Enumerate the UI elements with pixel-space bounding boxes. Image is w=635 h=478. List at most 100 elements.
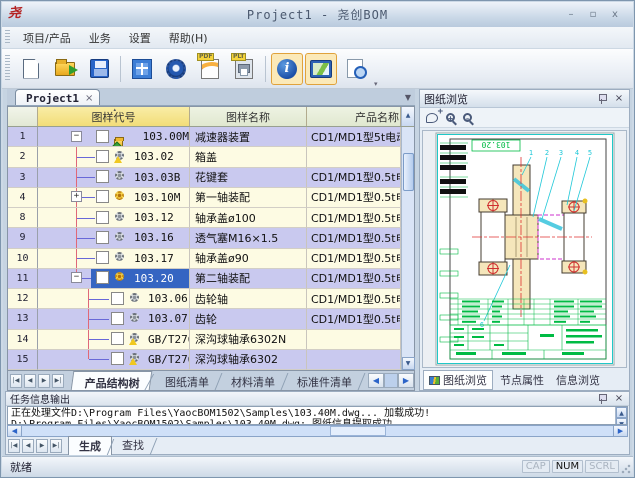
table-row[interactable]: 13103.07齿轮CD1/MD1型0.5t电动 bbox=[8, 309, 401, 329]
pan-select-icon[interactable] bbox=[426, 113, 438, 123]
maximize-button[interactable]: ▫ bbox=[585, 8, 601, 22]
name-cell[interactable]: 第一轴装配 bbox=[190, 188, 307, 208]
table-row[interactable]: 4+103.10M第一轴装配CD1/MD1型0.5t电动 bbox=[8, 188, 401, 208]
next-sheet-button[interactable]: ▶ bbox=[38, 374, 50, 388]
product-cell[interactable]: CD1/MD1型0.5t电动 bbox=[307, 269, 401, 289]
scroll-down-icon[interactable]: ▼ bbox=[616, 418, 627, 425]
name-cell[interactable]: 箱盖 bbox=[190, 147, 307, 167]
sheet-tab-2[interactable]: 材料清单 bbox=[219, 371, 285, 390]
product-cell[interactable]: CD1/MD1型0.5t电动 bbox=[307, 208, 401, 228]
expand-icon[interactable]: + bbox=[71, 191, 82, 202]
code-cell[interactable]: 103.06 bbox=[38, 289, 190, 309]
scroll-up-icon[interactable]: ▲ bbox=[401, 107, 414, 126]
name-cell[interactable]: 透气塞M16×1.5 bbox=[190, 228, 307, 248]
row-checkbox[interactable] bbox=[96, 211, 109, 224]
table-row[interactable]: 10103.17轴承盖ø90CD1/MD1型0.5t电动 bbox=[8, 249, 401, 269]
code-cell[interactable]: 103.02 bbox=[38, 147, 190, 167]
product-cell[interactable]: CD1/MD1型0.5t电动 bbox=[307, 289, 401, 309]
scroll-up-icon[interactable]: ▲ bbox=[616, 407, 627, 418]
sheet-tab-3[interactable]: 标准件清单 bbox=[285, 371, 362, 390]
tab-list-dropdown-icon[interactable]: ▼ bbox=[405, 93, 411, 102]
task-vertical-scrollbar[interactable]: ▲ ▼ bbox=[615, 407, 627, 424]
menu-item-0[interactable]: 项目/产品 bbox=[14, 28, 80, 48]
scroll-left-icon[interactable]: ◀ bbox=[368, 373, 384, 388]
row-checkbox[interactable] bbox=[96, 231, 109, 244]
product-cell[interactable]: CD1/MD1型0.5t电动 bbox=[307, 249, 401, 269]
row-checkbox[interactable] bbox=[96, 150, 109, 163]
code-cell[interactable]: +103.10M bbox=[38, 188, 190, 208]
row-checkbox[interactable] bbox=[96, 251, 109, 264]
drawing-preview[interactable]: 103.20 bbox=[422, 130, 627, 368]
product-cell[interactable]: CD1/MD1型5t电动葫 bbox=[307, 127, 401, 147]
save-button[interactable] bbox=[83, 53, 115, 85]
sheet-tab-1[interactable]: 图纸清单 bbox=[153, 371, 219, 390]
task-tab-1[interactable]: 查找 bbox=[112, 436, 154, 455]
last-sheet-button[interactable]: ▶| bbox=[52, 374, 64, 388]
open-project-button[interactable] bbox=[49, 53, 81, 85]
row-checkbox[interactable] bbox=[96, 130, 109, 143]
prev-tab-button[interactable]: ◀ bbox=[22, 439, 34, 453]
row-checkbox[interactable] bbox=[111, 292, 124, 305]
column-header-name[interactable]: 图样名称 bbox=[190, 107, 307, 126]
pin-icon[interactable] bbox=[597, 94, 607, 104]
scroll-right-icon[interactable]: ▶ bbox=[398, 373, 414, 388]
minimize-button[interactable]: – bbox=[563, 8, 579, 22]
row-checkbox[interactable] bbox=[96, 170, 109, 183]
column-header-code[interactable]: ▴ 图样代号 bbox=[38, 107, 190, 126]
next-tab-button[interactable]: ▶ bbox=[36, 439, 48, 453]
sheet-tab-0[interactable]: 产品结构树 bbox=[71, 371, 153, 390]
name-cell[interactable]: 齿轮轴 bbox=[190, 289, 307, 309]
product-cell[interactable] bbox=[307, 147, 401, 167]
collapse-icon[interactable]: − bbox=[71, 131, 82, 142]
table-row[interactable]: 12103.06齿轮轴CD1/MD1型0.5t电动 bbox=[8, 289, 401, 309]
code-cell[interactable]: 103.12 bbox=[38, 208, 190, 228]
task-tab-0[interactable]: 生成 bbox=[68, 436, 112, 455]
row-checkbox[interactable] bbox=[111, 312, 124, 325]
last-tab-button[interactable]: ▶| bbox=[50, 439, 62, 453]
name-cell[interactable]: 轴承盖ø100 bbox=[190, 208, 307, 228]
menu-item-2[interactable]: 设置 bbox=[120, 28, 160, 48]
panel-tab-2[interactable]: 信息浏览 bbox=[551, 371, 605, 389]
panel-tab-1[interactable]: 节点属性 bbox=[495, 371, 549, 389]
column-header-product[interactable]: 产品名称 bbox=[307, 107, 401, 126]
row-checkbox[interactable] bbox=[111, 332, 124, 345]
row-checkbox[interactable] bbox=[96, 190, 109, 203]
export-pdf-button[interactable]: PDF bbox=[194, 53, 226, 85]
scroll-down-icon[interactable]: ▼ bbox=[402, 357, 415, 370]
resize-grip[interactable] bbox=[621, 464, 631, 474]
name-cell[interactable]: 减速器装置 bbox=[190, 127, 307, 147]
zoom-out-icon[interactable]: - bbox=[463, 113, 472, 122]
code-cell[interactable]: 103.07 bbox=[38, 309, 190, 329]
panel-close-icon[interactable]: × bbox=[613, 93, 625, 104]
document-tab-close-icon[interactable]: × bbox=[85, 93, 93, 104]
bom-structure-button[interactable] bbox=[126, 53, 158, 85]
task-pin-icon[interactable] bbox=[597, 394, 607, 404]
scroll-left-icon[interactable]: ◀ bbox=[8, 426, 22, 436]
name-cell[interactable]: 花键套 bbox=[190, 168, 307, 188]
name-cell[interactable]: 深沟球轴承6302N bbox=[190, 330, 307, 350]
new-document-button[interactable] bbox=[15, 53, 47, 85]
row-checkbox[interactable] bbox=[96, 271, 109, 284]
code-cell[interactable]: −103.20 bbox=[38, 269, 190, 289]
name-cell[interactable]: 第二轴装配 bbox=[190, 269, 307, 289]
product-cell[interactable] bbox=[307, 350, 401, 370]
first-tab-button[interactable]: |◀ bbox=[8, 439, 20, 453]
find-drawing-button[interactable] bbox=[339, 53, 371, 85]
drawing-preview-button[interactable] bbox=[305, 53, 337, 85]
table-row[interactable]: 3103.03B花键套CD1/MD1型0.5t电动 bbox=[8, 168, 401, 188]
collapse-icon[interactable]: − bbox=[71, 272, 82, 283]
product-cell[interactable]: CD1/MD1型0.5t电动 bbox=[307, 228, 401, 248]
document-tab-project1[interactable]: Project1 × bbox=[15, 89, 100, 105]
product-cell[interactable]: CD1/MD1型0.5t电动 bbox=[307, 168, 401, 188]
product-cell[interactable] bbox=[307, 330, 401, 350]
name-cell[interactable]: 深沟球轴承6302 bbox=[190, 350, 307, 370]
table-row[interactable]: 11−103.20第二轴装配CD1/MD1型0.5t电动 bbox=[8, 269, 401, 289]
name-cell[interactable]: 齿轮 bbox=[190, 309, 307, 329]
code-cell[interactable]: GB/T276 bbox=[38, 330, 190, 350]
table-row[interactable]: 15GB/T276深沟球轴承6302 bbox=[8, 350, 401, 370]
table-row[interactable]: 2103.02箱盖 bbox=[8, 147, 401, 167]
menu-item-1[interactable]: 业务 bbox=[80, 28, 120, 48]
row-checkbox[interactable] bbox=[111, 352, 124, 365]
drawing-info-button[interactable]: i bbox=[271, 53, 303, 85]
scroll-right-icon[interactable]: ▶ bbox=[613, 426, 627, 436]
